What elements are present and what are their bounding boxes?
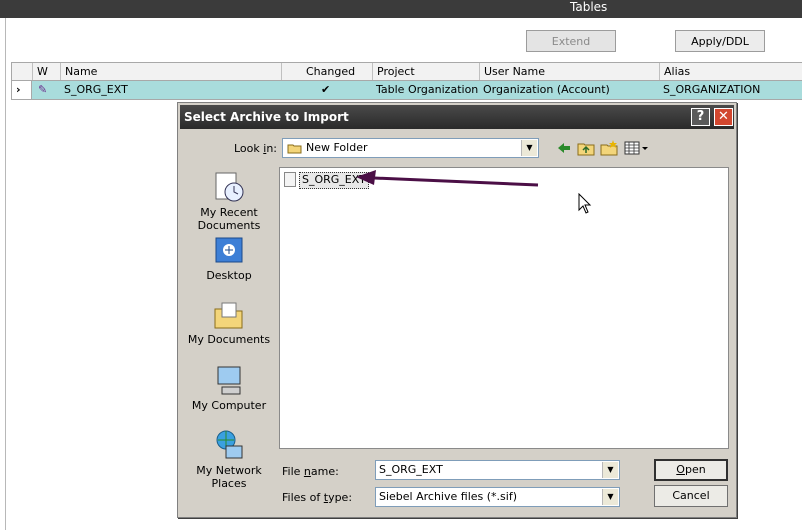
recent-documents-icon xyxy=(215,172,244,202)
select-archive-dialog: Select Archive to Import ? ✕ Look in: Ne… xyxy=(177,102,737,518)
annotation-arrow xyxy=(356,170,539,187)
place-my-network[interactable]: My Network Places xyxy=(184,428,274,490)
header-selector xyxy=(12,63,32,80)
top-bar: Tables xyxy=(0,0,802,18)
file-name-value: S_ORG_EXT xyxy=(379,463,443,476)
header-user-name[interactable]: User Name xyxy=(479,63,659,80)
place-recent[interactable]: My Recent Documents xyxy=(184,170,274,232)
help-button[interactable]: ? xyxy=(691,108,710,126)
mouse-cursor-icon xyxy=(578,193,592,214)
header-project[interactable]: Project xyxy=(372,63,479,80)
place-recent-label: My Recent Documents xyxy=(197,206,261,232)
place-desktop-label: Desktop xyxy=(206,269,252,282)
place-my-documents-label: My Documents xyxy=(187,333,271,346)
folder-icon xyxy=(287,144,302,154)
files-of-type-label: Files of type: xyxy=(282,491,353,504)
chevron-down-icon[interactable]: ▼ xyxy=(602,489,618,505)
view-menu-icon[interactable] xyxy=(624,141,650,155)
place-desktop[interactable]: Desktop xyxy=(184,235,274,282)
chevron-down-icon[interactable]: ▼ xyxy=(602,462,618,478)
place-my-network-label: My Network Places xyxy=(196,464,262,490)
row-project[interactable]: Table Organization xyxy=(372,81,479,99)
file-name-label: File name: xyxy=(282,465,339,478)
file-list[interactable]: S_ORG_EXT xyxy=(279,167,729,449)
files-of-type-value: Siebel Archive files (*.sif) xyxy=(379,490,517,503)
my-documents-icon xyxy=(214,302,243,329)
row-changed-check-icon: ✔ xyxy=(321,83,331,96)
apply-ddl-button[interactable]: Apply/DDL xyxy=(675,30,765,52)
header-name[interactable]: Name xyxy=(60,63,281,80)
place-my-documents[interactable]: My Documents xyxy=(184,299,274,346)
header-changed[interactable]: Changed xyxy=(281,63,372,80)
tables-grid: W Name Changed Project User Name Alias ›… xyxy=(11,62,802,100)
files-of-type-select[interactable]: Siebel Archive files (*.sif) ▼ xyxy=(375,487,620,507)
grid-header: W Name Changed Project User Name Alias xyxy=(12,63,802,81)
my-network-places-icon xyxy=(216,430,243,459)
row-alias[interactable]: S_ORGANIZATION xyxy=(659,81,802,99)
look-in-value: New Folder xyxy=(306,141,368,154)
dialog-title-bar[interactable]: Select Archive to Import ? ✕ xyxy=(180,105,734,129)
extend-button[interactable]: Extend xyxy=(526,30,616,52)
header-w[interactable]: W xyxy=(32,63,60,80)
back-icon[interactable] xyxy=(556,141,572,155)
row-selector-icon[interactable]: › xyxy=(12,81,32,99)
close-button[interactable]: ✕ xyxy=(714,108,733,126)
cancel-button[interactable]: Cancel xyxy=(654,485,728,507)
new-folder-icon[interactable] xyxy=(600,139,618,156)
archive-file-icon xyxy=(284,172,296,187)
open-button[interactable]: Open xyxy=(654,459,728,481)
table-row[interactable]: › ✎ S_ORG_EXT ✔ Table Organization Organ… xyxy=(12,81,802,99)
look-in-combo[interactable]: New Folder ▼ xyxy=(282,138,539,158)
place-my-computer[interactable]: My Computer xyxy=(184,363,274,412)
row-name[interactable]: S_ORG_EXT xyxy=(60,81,281,99)
row-user-name[interactable]: Organization (Account) xyxy=(479,81,659,99)
pencil-icon: ✎ xyxy=(38,83,48,96)
look-in-label: Look in: xyxy=(234,142,278,155)
header-alias[interactable]: Alias xyxy=(659,63,802,80)
up-folder-icon[interactable] xyxy=(577,140,595,156)
place-my-computer-label: My Computer xyxy=(191,399,267,412)
page-title: Tables xyxy=(570,0,608,14)
file-name-field[interactable]: S_ORG_EXT ▼ xyxy=(375,460,620,480)
places-bar: My Recent Documents Desktop My Documents… xyxy=(184,165,274,505)
chevron-down-icon[interactable]: ▼ xyxy=(521,140,537,156)
my-computer-icon xyxy=(217,366,241,395)
dialog-title: Select Archive to Import xyxy=(184,110,349,124)
desktop-icon xyxy=(215,237,243,263)
